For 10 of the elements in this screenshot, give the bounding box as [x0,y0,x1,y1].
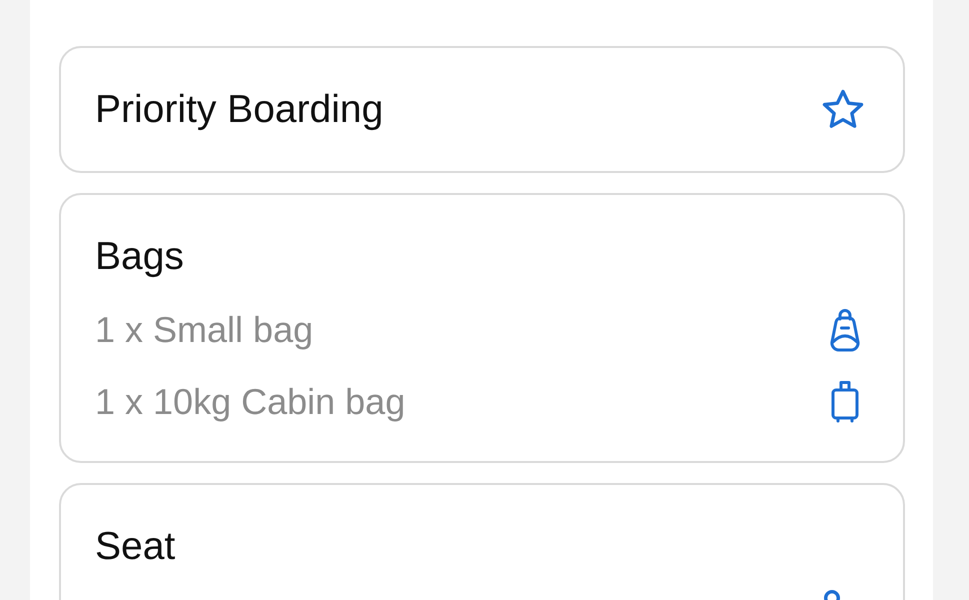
option-card[interactable]: Priority Boarding [59,46,905,173]
card-title: Priority Boarding [95,86,384,132]
item-text: 1 x 10kg Cabin bag [95,380,406,424]
card-title: Bags [95,234,184,280]
item-text: 1 x Small bag [95,308,314,352]
card-title: Seat [95,524,176,570]
option-card[interactable]: Seat [59,483,905,600]
option-card[interactable]: Bags 1 x Small bag 1 x 10kg Cabin bag [59,193,905,463]
backpack-icon [830,308,860,352]
suitcase-icon [830,380,860,424]
